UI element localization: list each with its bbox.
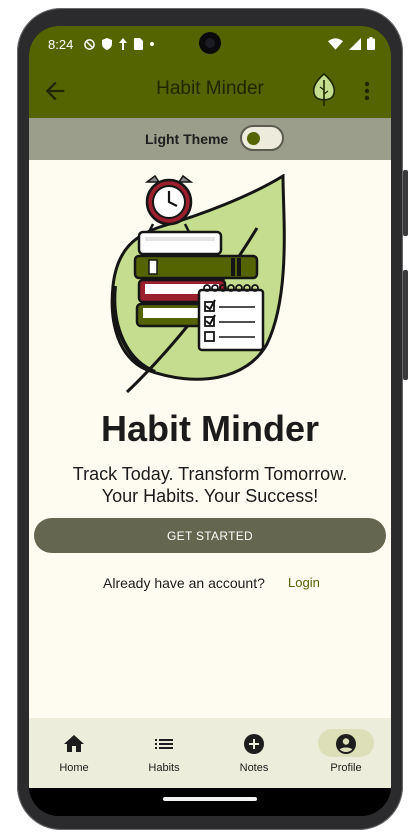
get-started-button[interactable]: GET STARTED (34, 518, 386, 553)
toggle-knob (247, 132, 260, 145)
list-icon (155, 739, 173, 749)
status-system-icons (328, 37, 375, 50)
power-button (403, 170, 408, 236)
front-camera (199, 32, 221, 54)
nav-label-profile: Profile (330, 762, 362, 774)
volume-button (403, 270, 408, 380)
more-vert-icon[interactable] (357, 78, 377, 104)
leaf-icon[interactable] (309, 72, 339, 108)
bottom-navigation: Home Habits Notes Profile (29, 718, 391, 788)
status-notification-icons (84, 38, 154, 50)
nav-item-home[interactable]: Home (29, 718, 119, 788)
nav-item-habits[interactable]: Habits (119, 718, 209, 788)
home-icon (64, 735, 84, 752)
gesture-bar (29, 788, 391, 816)
status-bar: 8:24 (29, 26, 391, 64)
tagline-line-1: Track Today. Transform Tomorrow. (72, 464, 348, 484)
nav-label-notes: Notes (239, 762, 269, 774)
brand-title: Habit Minder (100, 408, 319, 449)
account-circle-icon (336, 734, 356, 754)
wifi-icon (328, 37, 343, 50)
home-indicator[interactable] (163, 797, 257, 801)
dnd-icon (84, 38, 95, 50)
status-time: 8:24 (48, 37, 74, 52)
nav-label-habits: Habits (148, 762, 180, 774)
theme-label: Light Theme (145, 131, 229, 147)
sim-card-icon (134, 38, 143, 50)
data-saver-icon (119, 38, 127, 50)
nav-item-notes[interactable]: Notes (209, 718, 299, 788)
battery-icon (367, 37, 375, 50)
app-bar: Habit Minder (29, 64, 391, 118)
theme-bar: Light Theme (29, 118, 391, 160)
nav-item-profile[interactable]: Profile (301, 718, 391, 788)
screen: 8:24 Habit Minder Light Theme Habit Mind… (29, 26, 391, 816)
theme-toggle[interactable] (240, 125, 284, 151)
shield-icon (102, 38, 112, 50)
login-link[interactable]: Login (288, 575, 320, 590)
nav-label-home: Home (59, 762, 89, 774)
add-circle-icon (244, 734, 264, 754)
hero-illustration (110, 174, 286, 394)
signal-icon (349, 37, 361, 50)
main-content: Habit Minder Track Today. Transform Tomo… (29, 160, 391, 720)
tagline-line-2: Your Habits. Your Success! (101, 486, 319, 506)
account-prompt: Already have an account? (103, 575, 265, 591)
dot-icon (150, 42, 154, 46)
